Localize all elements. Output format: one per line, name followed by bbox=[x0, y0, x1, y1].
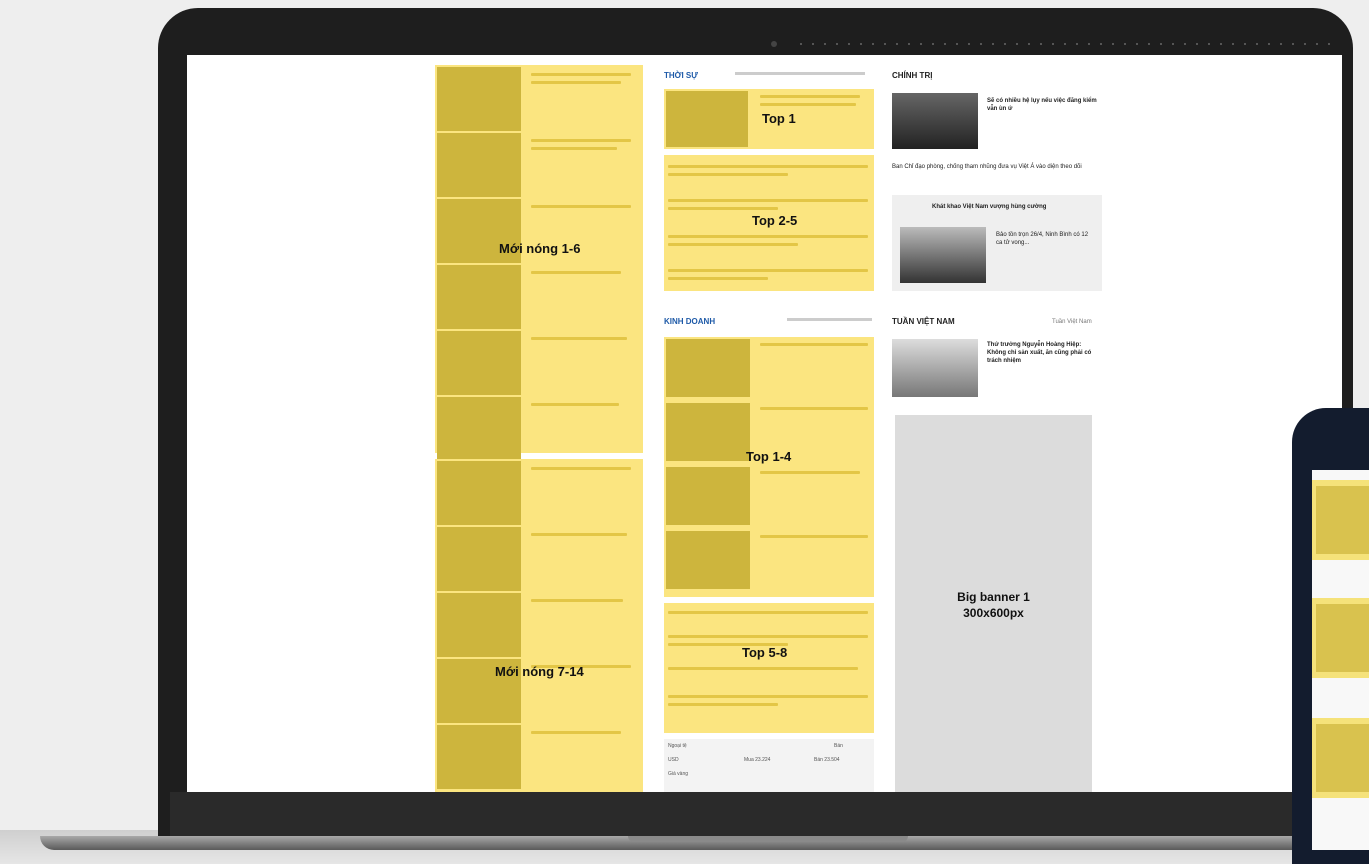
top58-block: Top 5-8 bbox=[664, 603, 874, 733]
news-thumb[interactable] bbox=[666, 91, 748, 147]
laptop-chin bbox=[170, 792, 1350, 836]
top58-label: Top 5-8 bbox=[742, 645, 788, 660]
phone-card[interactable] bbox=[1312, 598, 1369, 678]
news-thumb[interactable] bbox=[437, 397, 521, 461]
feature-box[interactable]: Khát khao Việt Nam vượng hùng cường Bảo … bbox=[892, 195, 1102, 291]
feature-text: Bảo tồn trọn 26/4, Ninh Bình có 12 ca tử… bbox=[996, 232, 1089, 246]
section-kinh-doanh[interactable]: KINH DOANH bbox=[664, 317, 715, 326]
bezel-dots bbox=[800, 43, 1340, 45]
feature-title: Khát khao Việt Nam vượng hùng cường bbox=[932, 204, 1047, 210]
phone-screen bbox=[1312, 470, 1369, 850]
section-tuan-viet-nam[interactable]: TUẦN VIỆT NAM bbox=[892, 317, 955, 326]
section-thoi-su[interactable]: THỜI SỰ bbox=[664, 71, 698, 80]
news-thumb[interactable] bbox=[437, 133, 521, 197]
banner-title: Big banner 1 bbox=[957, 590, 1030, 604]
chinh-tri-image[interactable] bbox=[892, 93, 978, 149]
tuan-viet-nam-image[interactable] bbox=[892, 339, 978, 397]
thoi-su-subnav[interactable] bbox=[735, 72, 865, 75]
rate-buy: Mua 23.224 bbox=[744, 757, 771, 763]
top14-label: Top 1-4 bbox=[746, 449, 792, 464]
news-thumb[interactable] bbox=[666, 531, 750, 589]
camera-icon bbox=[771, 41, 777, 47]
banner-size: 300x600px bbox=[963, 606, 1024, 620]
news-thumb[interactable] bbox=[437, 725, 521, 789]
chinh-tri-headline[interactable]: Sẽ có nhiều hệ lụy nếu việc đăng kiểm vẫ… bbox=[987, 97, 1097, 113]
rate-gold: Giá vàng bbox=[668, 771, 689, 777]
news-thumb[interactable] bbox=[666, 403, 750, 461]
news-thumb[interactable] bbox=[666, 467, 750, 525]
news-thumb[interactable] bbox=[666, 339, 750, 397]
exchange-rate-table: Ngoại tệ Bán USD Mua 23.224 Bán 23.504 G… bbox=[664, 739, 874, 792]
news-thumb[interactable] bbox=[437, 593, 521, 657]
rate-header: Ngoại tệ bbox=[668, 743, 687, 749]
kinh-doanh-subnav[interactable] bbox=[787, 318, 872, 321]
moi-nong-top-block: Mới nóng 1-6 bbox=[435, 65, 643, 461]
phone-card[interactable] bbox=[1312, 718, 1369, 798]
top25-block: Top 2-5 bbox=[664, 155, 874, 291]
rate-header: Bán bbox=[834, 743, 843, 749]
news-thumb[interactable] bbox=[437, 527, 521, 591]
news-thumb[interactable] bbox=[437, 265, 521, 329]
chinh-tri-sub[interactable]: Ban Chỉ đạo phòng, chống tham nhũng đưa … bbox=[892, 163, 1102, 171]
news-thumb[interactable] bbox=[437, 461, 521, 525]
feature-image bbox=[900, 227, 986, 283]
rate-sell: Bán 23.504 bbox=[814, 757, 840, 763]
news-thumb[interactable] bbox=[437, 331, 521, 395]
moi-nong-label-1: Mới nóng 1-6 bbox=[499, 241, 581, 256]
phone-card[interactable] bbox=[1312, 480, 1369, 560]
top14-block: Top 1-4 bbox=[664, 337, 874, 597]
section-chinh-tri[interactable]: CHÍNH TRỊ bbox=[892, 71, 932, 80]
laptop-notch bbox=[628, 836, 908, 842]
rate-code: USD bbox=[668, 757, 679, 763]
top1-block: Top 1 bbox=[664, 89, 874, 149]
tuan-viet-nam-headline[interactable]: Thứ trưởng Nguyễn Hoàng Hiệp: Không chỉ … bbox=[987, 341, 1097, 365]
laptop-screen: Mới nóng 1-6 Mới nóng 7-14 THỜI SỰ Top 1… bbox=[187, 55, 1342, 792]
moi-nong-label-2: Mới nóng 7-14 bbox=[495, 664, 584, 679]
tuan-viet-nam-link[interactable]: Tuần Việt Nam bbox=[1052, 319, 1092, 325]
top1-label: Top 1 bbox=[762, 111, 796, 126]
top25-label: Top 2-5 bbox=[752, 213, 798, 228]
moi-nong-bottom-block: Mới nóng 7-14 bbox=[435, 459, 643, 792]
big-banner[interactable]: Big banner 1 300x600px bbox=[895, 415, 1092, 795]
news-thumb[interactable] bbox=[437, 67, 521, 131]
